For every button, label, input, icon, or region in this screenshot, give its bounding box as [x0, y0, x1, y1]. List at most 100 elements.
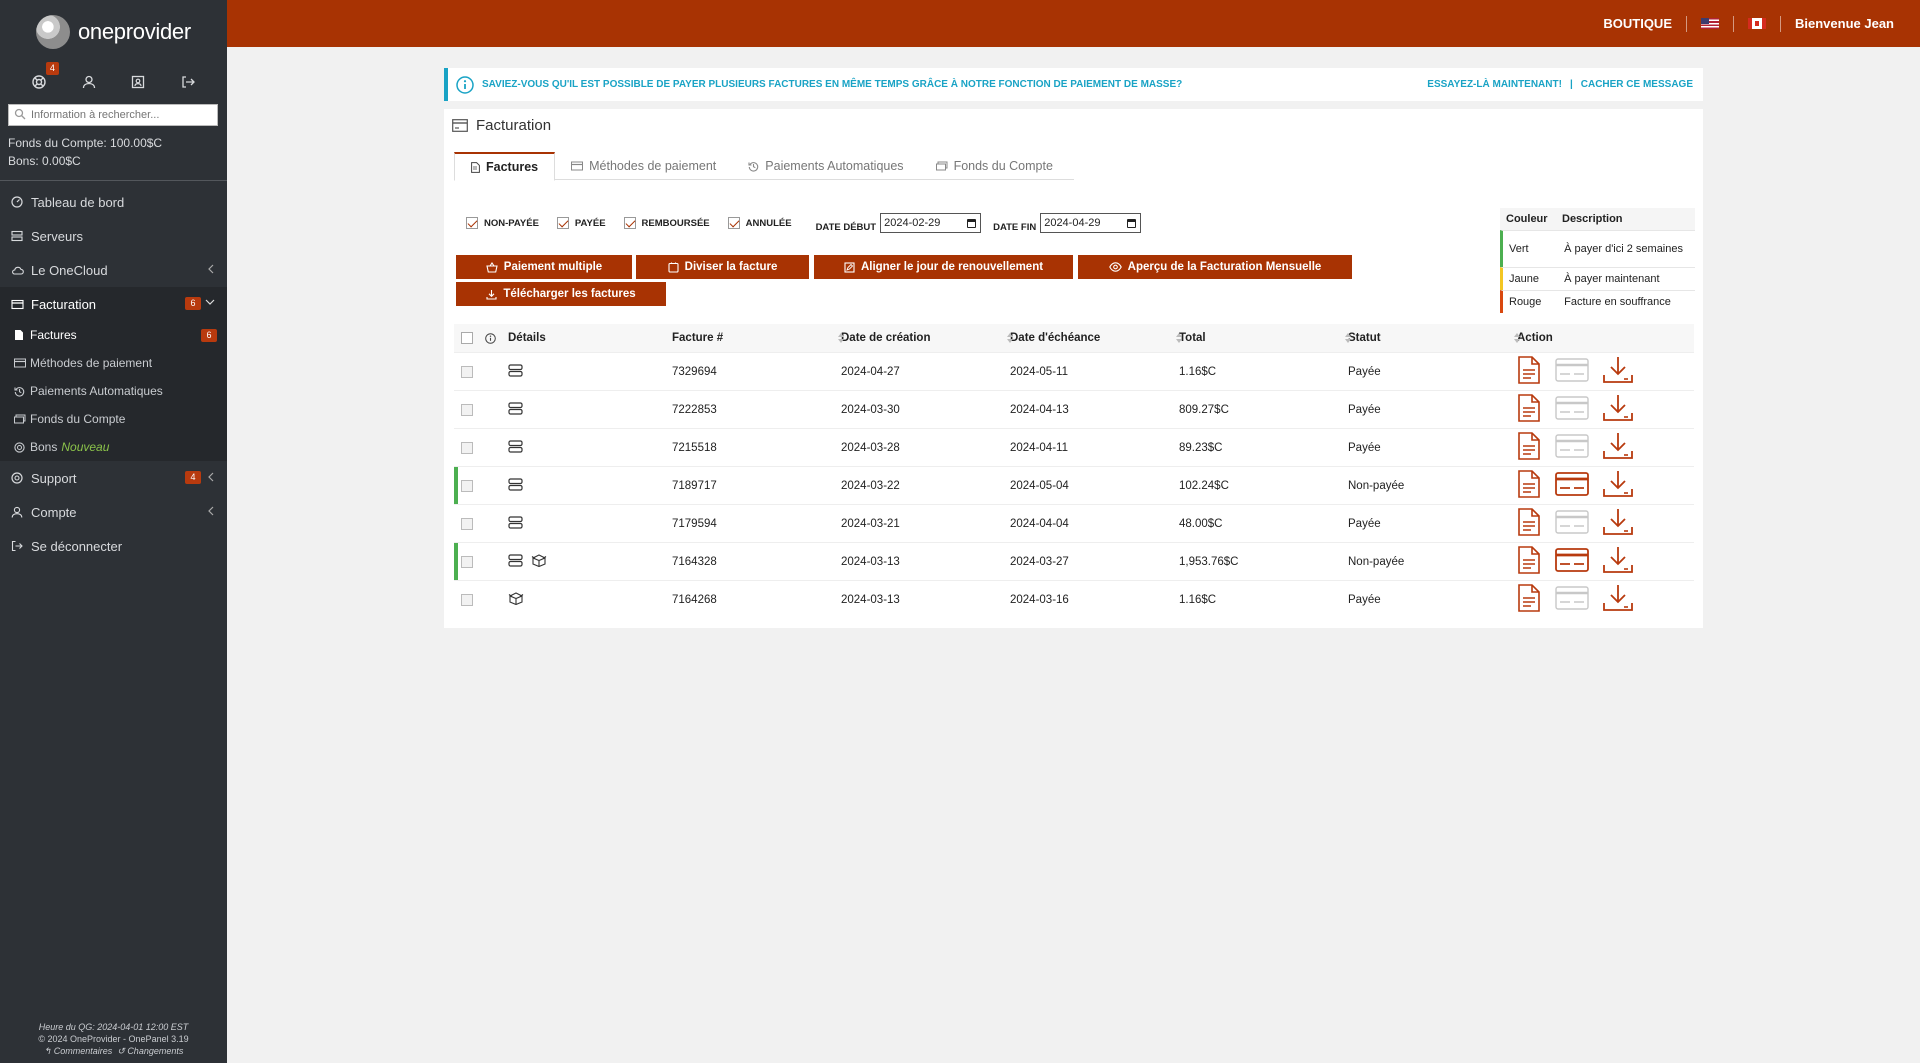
- sort-icon[interactable]: [1345, 333, 1351, 343]
- changes-link[interactable]: Changements: [127, 1046, 183, 1056]
- logout-icon-button[interactable]: [176, 70, 200, 94]
- tab-payment-methods[interactable]: Méthodes de paiement: [555, 152, 732, 180]
- calendar-icon[interactable]: [967, 218, 977, 228]
- view-pdf-icon[interactable]: [1517, 432, 1541, 463]
- view-pdf-icon[interactable]: [1517, 546, 1541, 577]
- header-status[interactable]: Statut: [1344, 332, 1513, 344]
- select-all-checkbox[interactable]: [461, 332, 473, 344]
- header-total[interactable]: Total: [1175, 332, 1344, 344]
- split-invoice-button[interactable]: Diviser la facture: [636, 255, 809, 279]
- contacts-button[interactable]: [126, 70, 150, 94]
- download-icon[interactable]: [1603, 470, 1633, 501]
- server-icon[interactable]: [508, 401, 523, 418]
- row-checkbox[interactable]: [461, 479, 473, 492]
- calendar-icon[interactable]: [1127, 218, 1137, 228]
- sidebar-icon-row: 4: [0, 62, 227, 100]
- view-pdf-icon[interactable]: [1517, 356, 1541, 387]
- sidebar-footer: Heure du QG: 2024-04-01 12:00 EST © 2024…: [0, 1021, 227, 1057]
- globe-logo-icon: [36, 15, 70, 49]
- sidebar-item-onecloud[interactable]: Le OneCloud: [0, 253, 227, 287]
- checkbox[interactable]: [623, 217, 636, 229]
- download-icon[interactable]: [1603, 546, 1633, 577]
- box-icon[interactable]: [508, 591, 524, 608]
- hide-message-link[interactable]: CACHER CE MESSAGE: [1581, 79, 1693, 90]
- server-icon[interactable]: [508, 477, 523, 494]
- box-icon[interactable]: [531, 553, 547, 570]
- download-icon[interactable]: [1603, 508, 1633, 539]
- search-input[interactable]: [8, 104, 218, 126]
- monthly-preview-button[interactable]: Aperçu de la Facturation Mensuelle: [1078, 255, 1352, 279]
- checkbox[interactable]: [466, 217, 478, 229]
- tab-auto-payments[interactable]: Paiements Automatiques: [732, 152, 919, 180]
- sort-icon[interactable]: [1176, 333, 1182, 343]
- sidebar-item-logout[interactable]: Se déconnecter: [0, 529, 227, 563]
- row-checkbox[interactable]: [461, 403, 473, 416]
- sidebar-item-dashboard[interactable]: Tableau de bord: [0, 185, 227, 219]
- row-checkbox[interactable]: [461, 517, 473, 530]
- server-icon[interactable]: [508, 363, 523, 380]
- sidebar-item-account[interactable]: Compte: [0, 495, 227, 529]
- align-renewal-button[interactable]: Aligner le jour de renouvellement: [814, 255, 1073, 279]
- download-icon[interactable]: [1603, 356, 1633, 387]
- sidebar-subitem-account-funds[interactable]: Fonds du Compte: [0, 405, 227, 433]
- sidebar-item-label: Compte: [31, 504, 77, 520]
- tab-invoices[interactable]: Factures: [454, 152, 556, 181]
- billing-tabs: Factures Méthodes de paiement Paiements …: [454, 152, 1074, 181]
- checkbox[interactable]: [556, 217, 569, 229]
- view-pdf-icon[interactable]: [1517, 508, 1541, 539]
- mass-payment-button[interactable]: Paiement multiple: [456, 255, 632, 279]
- row-checkbox[interactable]: [461, 555, 473, 568]
- sidebar-divider: [0, 180, 227, 181]
- table-row: 7164268 2024-03-13 2024-03-16 1.16$C Payée: [454, 580, 1694, 618]
- history-icon: [748, 161, 759, 172]
- filter-unpaid-checkbox[interactable]: NON-PAYÉE: [466, 217, 539, 229]
- sidebar-subitem-invoices[interactable]: Factures 6: [0, 321, 227, 349]
- sort-icon[interactable]: [1514, 333, 1520, 343]
- row-checkbox[interactable]: [461, 441, 473, 454]
- end-date-input[interactable]: 2024-04-29: [1040, 213, 1142, 233]
- created-date: 2024-03-13: [841, 555, 900, 568]
- start-date-input[interactable]: 2024-02-29: [880, 213, 982, 233]
- filter-refunded-checkbox[interactable]: REMBOURSÉE: [623, 217, 710, 229]
- language-en-button[interactable]: [1687, 18, 1733, 29]
- sort-icon[interactable]: [1007, 333, 1013, 343]
- logo[interactable]: oneprovider: [0, 0, 227, 64]
- welcome-user[interactable]: Bienvenue Jean: [1781, 16, 1908, 31]
- row-checkbox[interactable]: [461, 365, 473, 378]
- server-icon[interactable]: [508, 439, 523, 456]
- download-invoices-button[interactable]: Télécharger les factures: [456, 282, 666, 306]
- download-icon[interactable]: [1603, 394, 1633, 425]
- currency-cad-button[interactable]: [1734, 18, 1780, 29]
- support-lifebuoy-button[interactable]: 4: [27, 62, 59, 94]
- filter-paid-checkbox[interactable]: PAYÉE: [556, 217, 606, 229]
- view-pdf-icon[interactable]: [1517, 584, 1541, 615]
- view-pdf-icon[interactable]: [1517, 470, 1541, 501]
- server-icon[interactable]: [508, 553, 523, 570]
- row-checkbox[interactable]: [461, 593, 473, 606]
- header-created-date[interactable]: Date de création: [837, 332, 1006, 344]
- comments-link[interactable]: Commentaires: [54, 1046, 113, 1056]
- pay-card-icon[interactable]: [1555, 548, 1589, 575]
- sidebar-subitem-payment-methods[interactable]: Méthodes de paiement: [0, 349, 227, 377]
- try-now-link[interactable]: ESSAYEZ-LÀ MAINTENANT!: [1427, 79, 1562, 90]
- sidebar-subitem-auto-payments[interactable]: Paiements Automatiques: [0, 377, 227, 405]
- shop-link[interactable]: BOUTIQUE: [1589, 16, 1686, 31]
- tab-account-funds[interactable]: Fonds du Compte: [920, 152, 1069, 180]
- sidebar-item-billing[interactable]: Facturation 6: [0, 287, 227, 321]
- server-icon[interactable]: [508, 515, 523, 532]
- pay-card-icon[interactable]: [1555, 472, 1589, 499]
- profile-button[interactable]: [77, 70, 101, 94]
- credit-card-icon: [14, 358, 26, 368]
- sort-icon[interactable]: [838, 333, 844, 343]
- checkbox[interactable]: [727, 217, 740, 229]
- header-due-date[interactable]: Date d'échéance: [1006, 332, 1175, 344]
- download-icon[interactable]: [1603, 432, 1633, 463]
- sidebar-item-servers[interactable]: Serveurs: [0, 219, 227, 253]
- view-pdf-icon[interactable]: [1517, 394, 1541, 425]
- created-date: 2024-03-13: [841, 593, 900, 606]
- download-icon[interactable]: [1603, 584, 1633, 615]
- sidebar-item-support[interactable]: Support 4: [0, 461, 227, 495]
- filter-cancelled-checkbox[interactable]: ANNULÉE: [727, 217, 792, 229]
- header-invoice-number[interactable]: Facture #: [668, 332, 837, 344]
- sidebar-subitem-vouchers[interactable]: Bons Nouveau: [0, 433, 227, 461]
